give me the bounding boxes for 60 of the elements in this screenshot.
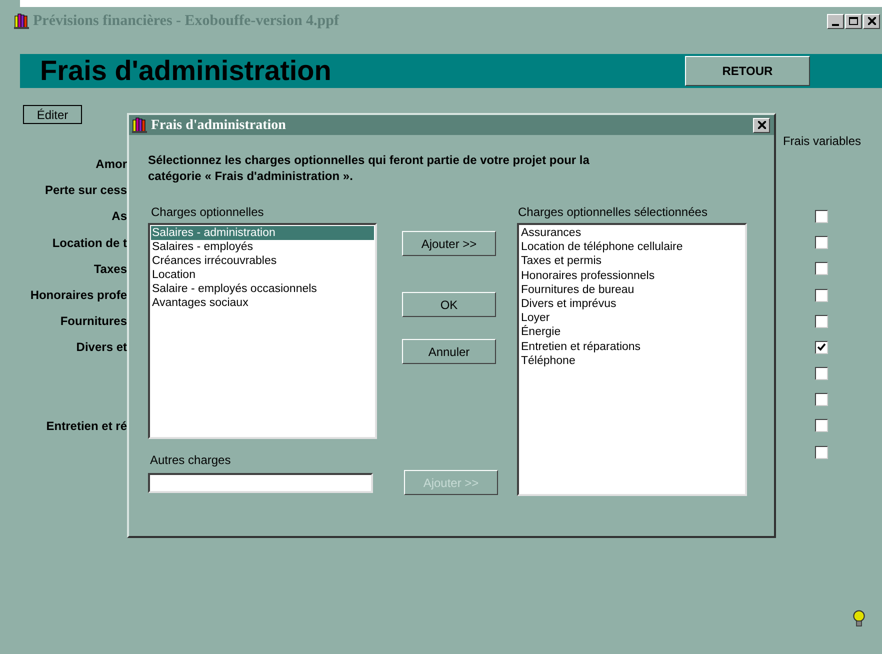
list-item[interactable]: Téléphone <box>520 354 576 368</box>
list-item[interactable]: Location <box>151 268 374 282</box>
instruction-text: Sélectionnez les charges optionnelles qui feront partie de votre projet pour la catégorie « Frais d'administration ». <box>148 152 590 184</box>
row-label: Honoraires profe <box>30 287 127 304</box>
list-item[interactable]: Location de téléphone cellulaire <box>520 240 683 254</box>
checkbox[interactable] <box>815 288 828 302</box>
row-label: Amor <box>96 156 127 174</box>
row-label: Taxes <box>94 260 127 278</box>
close-icon <box>758 121 766 129</box>
minimize-button[interactable] <box>827 14 844 28</box>
books-icon <box>14 13 30 29</box>
input-field[interactable] <box>148 473 373 493</box>
dialog-button[interactable]: Annuler <box>402 339 496 364</box>
list-item[interactable]: Salaire - employés occasionnels <box>151 282 374 296</box>
list-item[interactable]: Fournitures de bureau <box>520 282 634 298</box>
checkbox[interactable] <box>815 236 828 250</box>
list-item[interactable]: Honoraires professionnels <box>520 268 655 283</box>
list-item[interactable]: Créances irrécouvrables <box>151 254 374 268</box>
edit-button[interactable]: Éditer <box>23 105 82 124</box>
books-icon <box>132 117 148 133</box>
dialog-button[interactable]: Ajouter >> <box>402 231 496 256</box>
dialog-title: Frais d'administration <box>151 116 286 134</box>
close-button[interactable] <box>863 14 880 28</box>
row-label: Divers et <box>76 339 127 356</box>
list-item[interactable]: Avantages sociaux <box>151 296 374 310</box>
list-item[interactable]: Salaires - employés <box>151 240 374 254</box>
list-item[interactable]: Salaires - administration <box>151 226 374 240</box>
column-heading: Frais variables <box>782 133 861 150</box>
list-item[interactable]: Assurances <box>520 226 582 240</box>
field-label: Autres charges <box>149 452 231 469</box>
checkbox[interactable] <box>815 340 828 354</box>
close-button[interactable] <box>753 118 770 132</box>
row-label: Location de t <box>52 234 127 252</box>
dialog-button[interactable]: OK <box>402 292 496 317</box>
check-icon <box>817 343 826 352</box>
list-item[interactable]: Entretien et réparations <box>520 340 641 354</box>
row-label: Perte sur cess <box>44 182 127 200</box>
checkbox[interactable] <box>815 419 828 432</box>
checkbox[interactable] <box>815 262 828 276</box>
checkbox[interactable] <box>815 367 828 380</box>
maximize-button[interactable] <box>845 14 862 28</box>
row-label: As <box>112 208 127 226</box>
list-item[interactable]: Loyer <box>520 311 550 326</box>
back-button[interactable]: RETOUR <box>685 56 810 86</box>
checkbox[interactable] <box>815 446 828 459</box>
list-label: Charges optionnelles <box>150 204 264 221</box>
page-title: Frais d'administration <box>40 54 332 88</box>
row-label: Fournitures <box>60 313 127 330</box>
checkbox[interactable] <box>815 210 828 223</box>
list-item[interactable]: Divers et imprévus <box>520 297 616 312</box>
close-icon <box>868 17 876 25</box>
list-label: Charges optionnelles sélectionnées <box>517 204 708 221</box>
checkbox[interactable] <box>815 393 828 406</box>
list-item[interactable]: Taxes et permis <box>520 254 602 269</box>
list-box[interactable]: Salaires - administration Salaires - employés Créances irrécouvrables Location Salaire - employés occasionnels Avantages sociaux <box>148 223 377 439</box>
lightbulb-icon[interactable] <box>853 610 865 627</box>
list-item[interactable]: Énergie <box>520 325 561 340</box>
checkbox[interactable] <box>815 314 828 328</box>
row-label: Entretien et ré <box>46 418 127 435</box>
list-box[interactable]: Assurances Location de téléphone cellulaire Taxes et permis Honoraires professionnels Fournitures de bureau Divers et imprévus Loyer Énergie Entretien et réparations Téléphone <box>517 223 747 496</box>
